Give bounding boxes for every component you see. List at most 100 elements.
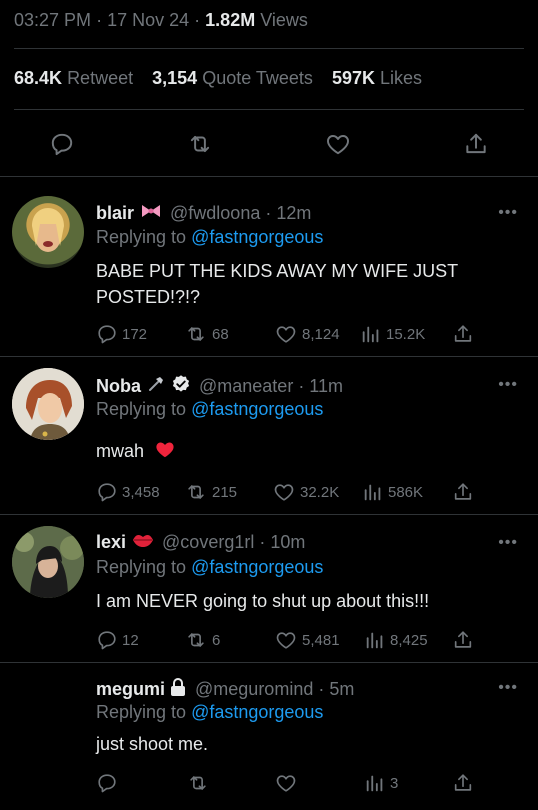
reply-button[interactable] bbox=[96, 771, 122, 795]
reply-count: 3,458 bbox=[122, 483, 160, 501]
reply-action-bar: 3,458 215 32.2K 586K bbox=[96, 480, 516, 504]
reply-button[interactable] bbox=[46, 128, 78, 160]
views-button[interactable]: 8,425 bbox=[364, 628, 428, 652]
views-count: 1.82M bbox=[205, 10, 256, 30]
display-name[interactable]: blair bbox=[96, 203, 134, 224]
share-icon bbox=[454, 483, 472, 500]
reply-header: Noba @maneater · 11m bbox=[96, 374, 343, 399]
more-options-icon[interactable]: ••• bbox=[498, 679, 518, 697]
replying-to-link[interactable]: @fastngorgeous bbox=[191, 557, 323, 577]
divider bbox=[14, 48, 524, 49]
reply-tweet[interactable]: megumi @meguromind · 5m ••• Replying to … bbox=[0, 677, 538, 807]
retweet-button[interactable] bbox=[186, 771, 214, 795]
likes-label[interactable]: Likes bbox=[380, 68, 422, 88]
share-button[interactable] bbox=[452, 322, 478, 346]
heart-icon bbox=[274, 484, 294, 501]
replying-to-link[interactable]: @fastngorgeous bbox=[191, 227, 323, 247]
more-options-icon[interactable]: ••• bbox=[498, 534, 518, 552]
like-button[interactable] bbox=[322, 128, 354, 160]
tweet-date: 17 Nov 24 bbox=[107, 10, 190, 30]
replying-to: Replying to @fastngorgeous bbox=[96, 227, 323, 248]
reply-header: lexi @coverg1rl · 10m bbox=[96, 532, 305, 553]
retweet-button[interactable]: 215 bbox=[184, 480, 237, 504]
retweet-icon bbox=[188, 633, 204, 647]
quotes-count[interactable]: 3,154 bbox=[152, 68, 197, 88]
reply-icon bbox=[98, 631, 116, 650]
reply-button[interactable]: 172 bbox=[96, 322, 147, 346]
like-button[interactable]: 8,124 bbox=[274, 322, 340, 346]
views-count: 8,425 bbox=[390, 631, 428, 649]
share-button[interactable] bbox=[452, 480, 478, 504]
like-button[interactable]: 5,481 bbox=[274, 628, 340, 652]
like-button[interactable] bbox=[274, 771, 302, 795]
retweet-count: 215 bbox=[212, 483, 238, 501]
reply-button[interactable]: 12 bbox=[96, 628, 139, 652]
retweet-button[interactable]: 68 bbox=[184, 322, 229, 346]
views-icon bbox=[366, 632, 383, 649]
views-button[interactable]: 15.2K bbox=[360, 322, 425, 346]
reply-tweet[interactable]: Noba @maneater · 11m ••• Replying to @fa… bbox=[0, 368, 538, 514]
like-button[interactable]: 32.2K bbox=[272, 480, 339, 504]
retweet-icon bbox=[188, 327, 204, 341]
share-button[interactable] bbox=[460, 128, 492, 160]
retweet-button[interactable]: 6 bbox=[184, 628, 220, 652]
lock-icon bbox=[169, 677, 187, 702]
display-name[interactable]: megumi bbox=[96, 679, 165, 700]
reply-tweet[interactable]: blair @fwdloona · 12m ••• Replying to @f… bbox=[0, 196, 538, 362]
quotes-label[interactable]: Quote Tweets bbox=[202, 68, 313, 88]
retweets-count[interactable]: 68.4K bbox=[14, 68, 62, 88]
display-name[interactable]: lexi bbox=[96, 532, 126, 553]
share-button[interactable] bbox=[452, 771, 478, 795]
views-count: 3 bbox=[390, 774, 399, 792]
heart-icon bbox=[276, 326, 296, 343]
handle-and-time[interactable]: @coverg1rl · 10m bbox=[162, 532, 305, 553]
replying-label: Replying to bbox=[96, 227, 187, 247]
retweet-count: 6 bbox=[212, 631, 221, 649]
retweet-count: 68 bbox=[212, 325, 229, 343]
like-count: 8,124 bbox=[302, 325, 340, 343]
divider bbox=[0, 662, 538, 663]
separator: · bbox=[194, 10, 201, 30]
views-button[interactable]: 586K bbox=[362, 480, 423, 504]
more-options-icon[interactable]: ••• bbox=[498, 204, 518, 222]
replying-to-link[interactable]: @fastngorgeous bbox=[191, 702, 323, 722]
avatar[interactable] bbox=[12, 196, 84, 268]
share-icon bbox=[454, 631, 472, 648]
reply-button[interactable]: 3,458 bbox=[96, 480, 160, 504]
divider bbox=[0, 356, 538, 357]
views-icon bbox=[366, 775, 383, 792]
divider bbox=[0, 176, 538, 177]
heart-icon bbox=[327, 135, 349, 155]
avatar[interactable] bbox=[12, 526, 84, 598]
share-button[interactable] bbox=[452, 628, 478, 652]
avatar-image bbox=[32, 208, 64, 252]
views-label: Views bbox=[260, 10, 308, 30]
reply-text: I am NEVER going to shut up about this!!… bbox=[96, 591, 430, 611]
handle-and-time[interactable]: @maneater · 11m bbox=[199, 376, 343, 397]
replying-to-link[interactable]: @fastngorgeous bbox=[191, 399, 323, 419]
retweets-label[interactable]: Retweet bbox=[67, 68, 133, 88]
handle-and-time[interactable]: @fwdloona · 12m bbox=[170, 203, 311, 224]
reply-text: mwah bbox=[96, 441, 145, 461]
retweet-icon bbox=[190, 135, 210, 153]
like-count: 32.2K bbox=[300, 483, 340, 501]
display-name[interactable]: Noba bbox=[96, 376, 141, 397]
retweet-icon bbox=[188, 485, 204, 499]
divider bbox=[14, 109, 524, 110]
replying-label: Replying to bbox=[96, 557, 187, 577]
views-button[interactable]: 3 bbox=[364, 771, 398, 795]
reply-icon bbox=[98, 774, 116, 793]
views-icon bbox=[362, 326, 379, 343]
share-icon bbox=[466, 133, 486, 154]
likes-count[interactable]: 597K bbox=[332, 68, 375, 88]
reply-tweet[interactable]: lexi @coverg1rl · 10m ••• Replying to @f… bbox=[0, 526, 538, 662]
handle-and-time[interactable]: @meguromind · 5m bbox=[195, 679, 354, 700]
avatar[interactable] bbox=[12, 368, 84, 440]
reply-action-bar: 12 6 5,481 8,425 bbox=[96, 628, 516, 652]
heart-icon bbox=[276, 775, 296, 792]
reply-count: 12 bbox=[122, 631, 139, 649]
retweet-button[interactable] bbox=[184, 128, 216, 160]
reply-header: megumi @meguromind · 5m bbox=[96, 677, 354, 702]
replying-to: Replying to @fastngorgeous bbox=[96, 399, 323, 420]
more-options-icon[interactable]: ••• bbox=[498, 376, 518, 394]
